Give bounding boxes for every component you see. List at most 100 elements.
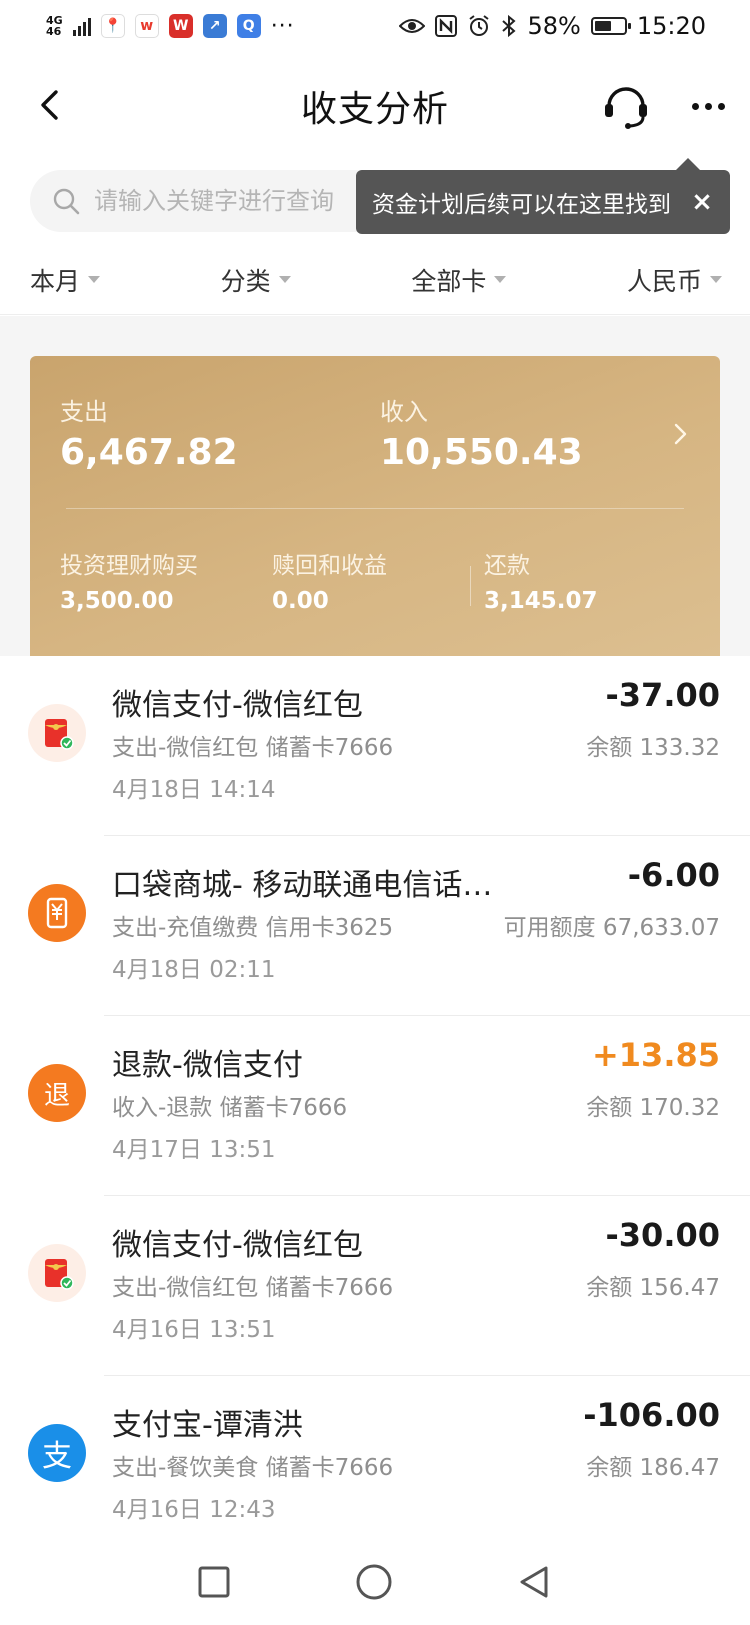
network-type: 4G 46 [46, 15, 63, 37]
expense-label: 支出 [60, 398, 108, 426]
eye-comfort-icon [399, 19, 426, 33]
transaction-subtitle: 支出-微信红包 储蓄卡7666 [112, 735, 394, 761]
alipay-icon: 支 [28, 1424, 86, 1482]
transaction-balance: 余额 170.32 [586, 1095, 720, 1121]
home-button[interactable] [352, 1560, 396, 1604]
repay-label: 还款 [484, 553, 530, 579]
more-options-button[interactable] [686, 80, 730, 132]
transaction-title: 支付宝-谭清洪 [112, 1408, 303, 1443]
filter-category[interactable]: 分类 [221, 262, 291, 298]
transaction-amount: -37.00 [605, 676, 721, 714]
filter-currency[interactable]: 人民币 [627, 262, 722, 298]
bluetooth-icon [502, 14, 517, 38]
more-notifications-icon: ··· [270, 13, 295, 39]
caret-down-icon [278, 276, 291, 283]
transaction-date: 4月18日 14:14 [112, 777, 276, 803]
battery-icon [590, 17, 631, 35]
back-nav-button[interactable] [512, 1560, 556, 1604]
summary-divider [66, 508, 684, 509]
redeem-label: 赎回和收益 [272, 553, 387, 579]
chevron-right-icon [674, 423, 687, 445]
filter-period[interactable]: 本月 [30, 262, 101, 298]
transaction-balance: 可用额度 67,633.07 [503, 915, 720, 941]
system-nav-bar [0, 1540, 750, 1625]
customer-service-button[interactable] [600, 80, 652, 132]
transaction-balance: 余额 133.32 [586, 735, 720, 761]
network-sub-label: 46 [46, 25, 62, 38]
transaction-title: 退款-微信支付 [112, 1048, 303, 1083]
location-pin-app-icon: 📍 [100, 14, 125, 38]
repay-value: 3,145.07 [484, 588, 598, 614]
summary-card[interactable]: 支出 6,467.82 收入 10,550.43 投资理财购买 3,500.00… [30, 356, 720, 656]
more-dot-icon [717, 102, 725, 110]
transaction-subtitle: 支出-充值缴费 信用卡3625 [112, 915, 394, 941]
transaction-amount: -6.00 [627, 856, 720, 894]
refund-icon-text: 退 [43, 1080, 70, 1111]
transaction-date: 4月16日 12:43 [112, 1497, 276, 1523]
invest-value: 3,500.00 [60, 588, 174, 614]
transaction-title: 口袋商城- 移动联通电信话… [112, 868, 493, 903]
summary-vertical-divider [470, 566, 471, 606]
transaction-row[interactable]: 支 支付宝-谭清洪 支出-餐饮美食 储蓄卡7666 4月16日 12:43 -1… [0, 1376, 750, 1556]
transaction-title: 微信支付-微信红包 [112, 1228, 363, 1263]
triangle-back-icon [520, 1566, 548, 1598]
filter-label: 本月 [30, 266, 81, 296]
redeem-value: 0.00 [272, 588, 329, 614]
more-dot-icon [704, 102, 712, 110]
transaction-list: 微信支付-微信红包 支出-微信红包 储蓄卡7666 4月18日 14:14 -3… [0, 656, 750, 1556]
transaction-balance: 余额 186.47 [586, 1455, 720, 1481]
alipay-icon-text: 支 [42, 1439, 72, 1474]
headset-icon [605, 87, 647, 129]
caret-down-icon [709, 276, 722, 283]
expense-value: 6,467.82 [60, 432, 238, 473]
caret-down-icon [494, 276, 507, 283]
income-label: 收入 [380, 398, 428, 426]
transaction-row[interactable]: 微信支付-微信红包 支出-微信红包 储蓄卡7666 4月16日 13:51 -3… [0, 1196, 750, 1376]
nav-bar: 收支分析 [0, 60, 750, 152]
back-button[interactable] [26, 82, 72, 128]
filter-label: 全部卡 [411, 266, 487, 296]
filter-label: 分类 [220, 266, 271, 296]
clock: 15:20 [636, 12, 706, 40]
tooltip-close-button[interactable]: × [688, 187, 716, 217]
chevron-left-icon [41, 90, 58, 120]
transaction-amount: +13.85 [591, 1036, 720, 1074]
status-bar: 4G 46 📍 w W ↗ Q ··· 58% 15:20 [0, 0, 750, 52]
transaction-date: 4月17日 13:51 [112, 1137, 276, 1163]
battery-percent: 58% [527, 12, 581, 40]
filter-cards[interactable]: 全部卡 [411, 262, 507, 298]
transaction-subtitle: 支出-餐饮美食 储蓄卡7666 [112, 1455, 394, 1481]
filter-bar: 本月 分类 全部卡 人民币 [0, 245, 750, 315]
transaction-row[interactable]: 微信支付-微信红包 支出-微信红包 储蓄卡7666 4月18日 14:14 -3… [0, 656, 750, 836]
tooltip-text: 资金计划后续可以在这里找到 [372, 192, 671, 218]
transaction-subtitle: 收入-退款 储蓄卡7666 [112, 1095, 348, 1121]
alarm-icon [469, 15, 490, 36]
tooltip: 资金计划后续可以在这里找到 × [356, 158, 730, 234]
filter-label: 人民币 [626, 266, 702, 296]
wps-office-app-icon: w [134, 14, 159, 38]
refund-icon: 退 [28, 1064, 86, 1122]
chart-app-icon: ↗ [202, 14, 227, 38]
mobile-topup-icon [28, 884, 86, 942]
page-title: 收支分析 [300, 89, 449, 130]
red-packet-icon [28, 704, 86, 762]
status-bar-left: 4G 46 📍 w W ↗ Q ··· [46, 14, 295, 39]
income-value: 10,550.43 [380, 432, 583, 473]
summary-section: 支出 6,467.82 收入 10,550.43 投资理财购买 3,500.00… [0, 316, 750, 656]
signal-icon [72, 16, 91, 36]
transaction-row[interactable]: 口袋商城- 移动联通电信话… 支出-充值缴费 信用卡3625 4月18日 02:… [0, 836, 750, 1016]
circle-icon [356, 1564, 392, 1600]
nfc-icon [435, 15, 458, 37]
browser-app-icon: Q [236, 14, 261, 38]
recent-apps-button[interactable] [192, 1560, 236, 1604]
transaction-title: 微信支付-微信红包 [112, 688, 363, 723]
red-packet-icon [28, 1244, 86, 1302]
transaction-row[interactable]: 退 退款-微信支付 收入-退款 储蓄卡7666 4月17日 13:51 +13.… [0, 1016, 750, 1196]
search-icon [53, 188, 80, 215]
caret-down-icon [88, 276, 101, 283]
wps-writer-app-icon: W [168, 14, 193, 38]
transaction-amount: -106.00 [583, 1396, 720, 1434]
square-icon [198, 1566, 230, 1598]
transaction-amount: -30.00 [605, 1216, 721, 1254]
transaction-date: 4月18日 02:11 [112, 957, 276, 983]
